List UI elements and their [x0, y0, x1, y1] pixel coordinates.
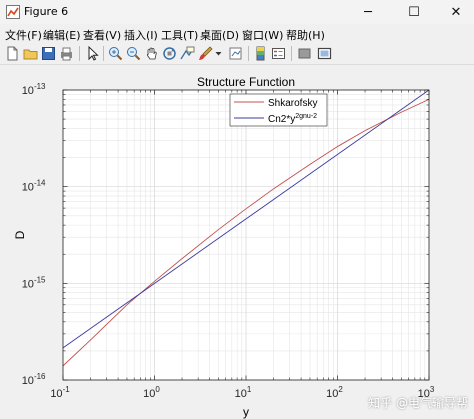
menu-edit[interactable]: 编辑(E) [43, 27, 81, 43]
brush-icon[interactable] [197, 45, 214, 62]
select-arrow-icon[interactable] [84, 45, 101, 62]
menu-desktop[interactable]: 桌面(D) [200, 27, 239, 43]
y-tick-label: 10-13 [22, 82, 46, 97]
x-tick-label-base: 10 [50, 388, 62, 400]
y-tick-label-exponent: -14 [34, 179, 46, 188]
y-tick-label: 10-15 [22, 275, 46, 290]
toolbar-separator [79, 46, 80, 61]
y-tick-label-base: 10 [22, 85, 34, 97]
y-tick-label: 10-16 [22, 372, 46, 387]
x-tick-label-exponent: 2 [338, 385, 343, 394]
menu-bar: 文件(F) 编辑(E) 查看(V) 插入(I) 工具(T) 桌面(D) 窗口(W… [0, 25, 474, 42]
menu-tools[interactable]: 工具(T) [161, 27, 198, 43]
legend-label-cn2-base: Cn2*y [268, 114, 295, 125]
structure-function-plot[interactable]: 10-1 100 101 102 10310-1610-1510-1410-13 Str… [0, 65, 474, 419]
y-tick-label-base: 10 [22, 278, 34, 290]
y-tick-label-base: 10 [22, 182, 34, 194]
figure-toolbar [0, 43, 474, 65]
window-titlebar: Figure 6 ─ ☐ ✕ [0, 0, 474, 24]
link-plot-icon[interactable] [227, 45, 244, 62]
x-tick-label: 100 [143, 385, 160, 400]
x-tick-label-exponent: -1 [63, 385, 71, 394]
y-tick-label-base: 10 [22, 375, 34, 387]
x-axis-label: y [243, 405, 249, 419]
print-icon[interactable] [58, 45, 75, 62]
toolbar-separator [248, 46, 249, 61]
x-tick-label-base: 10 [326, 388, 338, 400]
matlab-figure-icon [6, 5, 20, 19]
zoom-in-icon[interactable] [107, 45, 124, 62]
legend-icon[interactable] [270, 45, 287, 62]
y-tick-label-exponent: -16 [34, 372, 46, 381]
menu-window[interactable]: 窗口(W) [242, 27, 283, 43]
menu-view[interactable]: 查看(V) [83, 27, 121, 43]
x-tick-label-exponent: 1 [247, 385, 252, 394]
hide-plot-tools-icon[interactable] [296, 45, 313, 62]
watermark-text: 知乎 @电气输导帮 [368, 396, 468, 410]
data-cursor-icon[interactable] [179, 45, 196, 62]
save-icon[interactable] [40, 45, 57, 62]
y-tick-label-exponent: -15 [34, 275, 46, 284]
maximize-button[interactable]: ☐ [396, 0, 432, 24]
toolbar-separator [291, 46, 292, 61]
x-tick-label-exponent: 0 [155, 385, 160, 394]
pan-icon[interactable] [143, 45, 160, 62]
menu-file[interactable]: 文件(F) [5, 27, 42, 43]
menu-insert[interactable]: 插入(I) [124, 27, 158, 43]
legend-label-cn2-sup: 2gnu-2 [295, 113, 317, 120]
y-axis-label: D [13, 230, 27, 239]
x-tick-label-base: 10 [143, 388, 155, 400]
close-button[interactable]: ✕ [438, 0, 474, 24]
minimize-button[interactable]: ─ [350, 0, 386, 24]
open-file-icon[interactable] [22, 45, 39, 62]
legend[interactable]: Shkarofsky Cn2*y2gnu-2 [229, 93, 328, 127]
x-tick-label: 102 [326, 385, 343, 400]
brush-dropdown-icon[interactable] [214, 45, 223, 62]
rotate-3d-icon[interactable] [161, 45, 178, 62]
x-tick-label: 10-1 [50, 385, 70, 400]
zoom-out-icon[interactable] [125, 45, 142, 62]
show-plot-tools-icon[interactable] [316, 45, 333, 62]
menu-help[interactable]: 帮助(H) [286, 27, 325, 43]
x-tick-label-exponent: 3 [430, 385, 435, 394]
toolbar-separator [103, 46, 104, 61]
window-title: Figure 6 [24, 5, 69, 18]
y-tick-label: 10-14 [22, 179, 46, 194]
colorbar-icon[interactable] [252, 45, 269, 62]
legend-label-shkarofsky: Shkarofsky [268, 98, 317, 109]
chart-title: Structure Function [197, 75, 295, 89]
y-tick-label-exponent: -13 [34, 82, 46, 91]
new-figure-icon[interactable] [4, 45, 21, 62]
figure-canvas: 10-1 100 101 102 103 10-16 10-15 10-14 10-13 Str… [0, 65, 474, 419]
x-tick-label: 101 [235, 385, 252, 400]
x-tick-label-base: 10 [235, 388, 247, 400]
